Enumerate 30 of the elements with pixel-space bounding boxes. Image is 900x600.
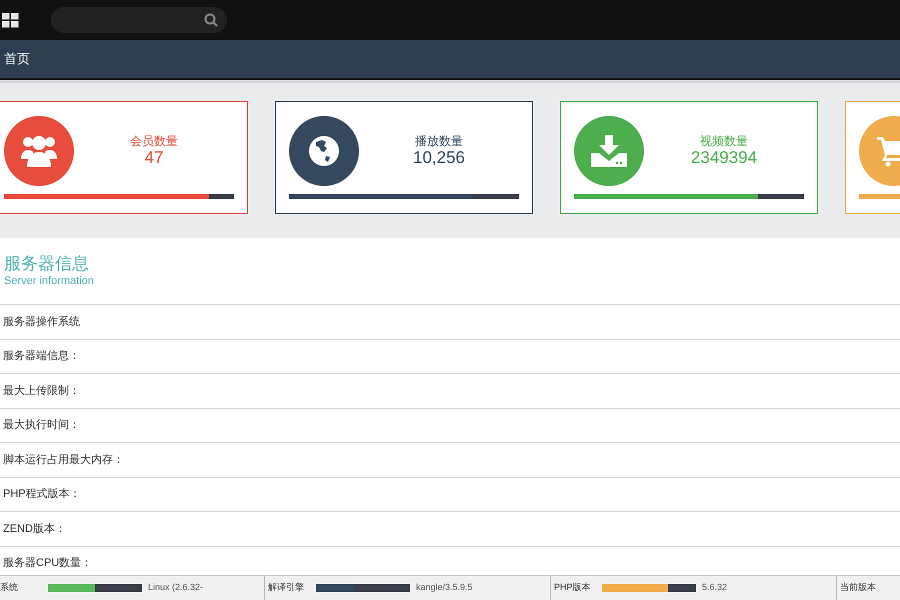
globe-icon	[308, 135, 340, 167]
download-icon	[591, 135, 627, 167]
search-field[interactable]	[51, 7, 227, 33]
grid-menu-icon[interactable]	[2, 12, 19, 28]
info-label: 服务器端信息：	[3, 349, 80, 364]
stat-value: 47	[144, 148, 164, 168]
breadcrumb-link[interactable]: 首页	[4, 49, 30, 69]
status-label: 当前版本	[840, 581, 877, 594]
stat-value: 2349394	[690, 148, 758, 168]
info-label: 脚本运行占用最大内存：	[3, 452, 124, 468]
stat-label: 视频数量	[700, 134, 748, 148]
status-label: PHP版本	[554, 581, 592, 594]
stat-label: 会员数量	[130, 134, 178, 148]
search-icon	[204, 13, 218, 27]
info-label: 最大上传限制：	[3, 384, 80, 398]
info-label: 服务器操作系统	[3, 314, 80, 330]
section-title: 服务器信息	[4, 254, 90, 274]
status-value: kangle/3.5.9.5	[416, 581, 473, 594]
status-label: 解译引擎	[268, 581, 305, 594]
users-icon	[19, 133, 59, 169]
stat-label: 播放数量	[415, 134, 463, 148]
status-label: 系统	[0, 581, 19, 594]
info-label: 最大执行时间：	[3, 418, 80, 433]
section-subtitle: Server information	[4, 274, 95, 288]
info-label: 服务器CPU数量：	[3, 556, 92, 571]
info-label: PHP程式版本：	[3, 487, 81, 502]
stat-value: 10,256	[413, 148, 465, 168]
status-value: Linux (2.6.32-	[148, 581, 204, 594]
info-label: ZEND版本：	[3, 522, 66, 536]
status-value: 5.6.32	[702, 581, 728, 594]
